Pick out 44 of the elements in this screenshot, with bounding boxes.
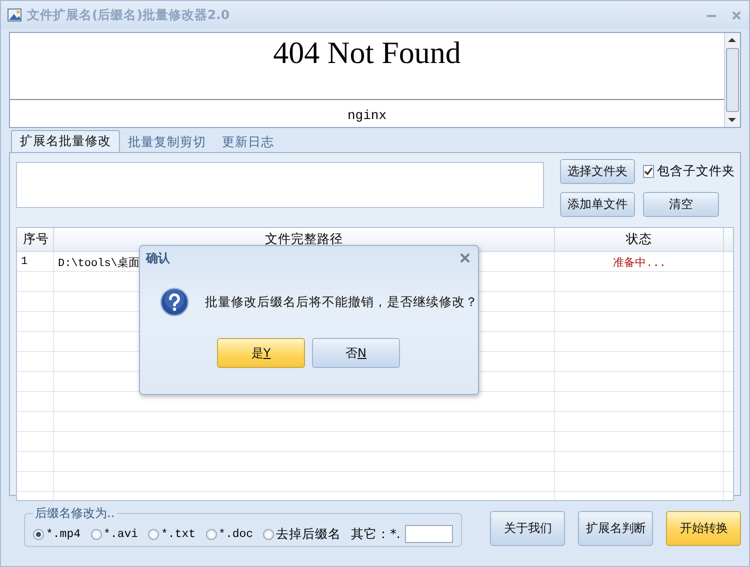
detect-extension-button[interactable]: 扩展名判断 [578,511,654,546]
start-button[interactable]: 开始转换 [666,511,742,546]
page-heading: 404 Not Found [273,35,461,72]
column-header: 状态 [555,228,724,251]
status-cell-text: 准备中... [613,256,666,270]
radio-button[interactable] [90,528,102,540]
radio-button[interactable] [148,528,160,540]
option-label: *.avi [104,528,138,540]
clear-button[interactable]: 清空 [643,192,719,217]
radio-button[interactable] [33,528,44,540]
no-button[interactable]: 否N [312,338,400,368]
checkbox-label: 包含子文件夹 [657,163,735,180]
path-field[interactable] [16,162,544,208]
dialog-title: 确认 [146,250,170,266]
radio-button[interactable] [263,528,274,540]
close-icon[interactable] [460,253,470,263]
server-name: nginx [347,108,386,123]
tab[interactable]: 扩展名批量修改 [11,130,120,152]
add-file-button[interactable]: 添加单文件 [560,192,635,217]
close-icon[interactable] [732,10,741,20]
minimize-icon[interactable] [707,14,716,16]
table-cell-text: 1 [20,256,28,268]
app-icon [7,7,23,23]
table-cell-text: D:\tools\桌面 [57,256,140,270]
column-header: 序号 [17,228,54,251]
tab[interactable]: 更新日志 [214,132,282,152]
group-label: 后缀名修改为.. [34,505,116,522]
checkbox[interactable] [643,165,654,178]
dialog-message: 批量修改后缀名后将不能撤销，是否继续修改？ [205,294,478,310]
tab[interactable]: 批量复制剪切 [120,132,214,152]
option-label: *.doc [218,528,254,540]
radio-button[interactable] [206,528,217,540]
select-folder-button[interactable]: 选择文件夹 [560,159,635,184]
other-extension-field[interactable] [405,525,454,543]
scrollbar-thumb[interactable] [726,48,739,112]
other-label: 其它：*. [351,526,400,542]
option-label: *.txt [161,528,196,540]
scrollbar[interactable] [724,33,740,127]
option-label: *.mp4 [46,528,81,540]
about-button[interactable]: 关于我们 [490,511,566,546]
option-label: 去掉后缀名 [276,526,342,542]
question-icon [160,286,189,318]
window-title: 文件扩展名(后缀名)批量修改器2.0 [27,6,231,24]
yes-button[interactable]: 是Y [217,338,305,368]
